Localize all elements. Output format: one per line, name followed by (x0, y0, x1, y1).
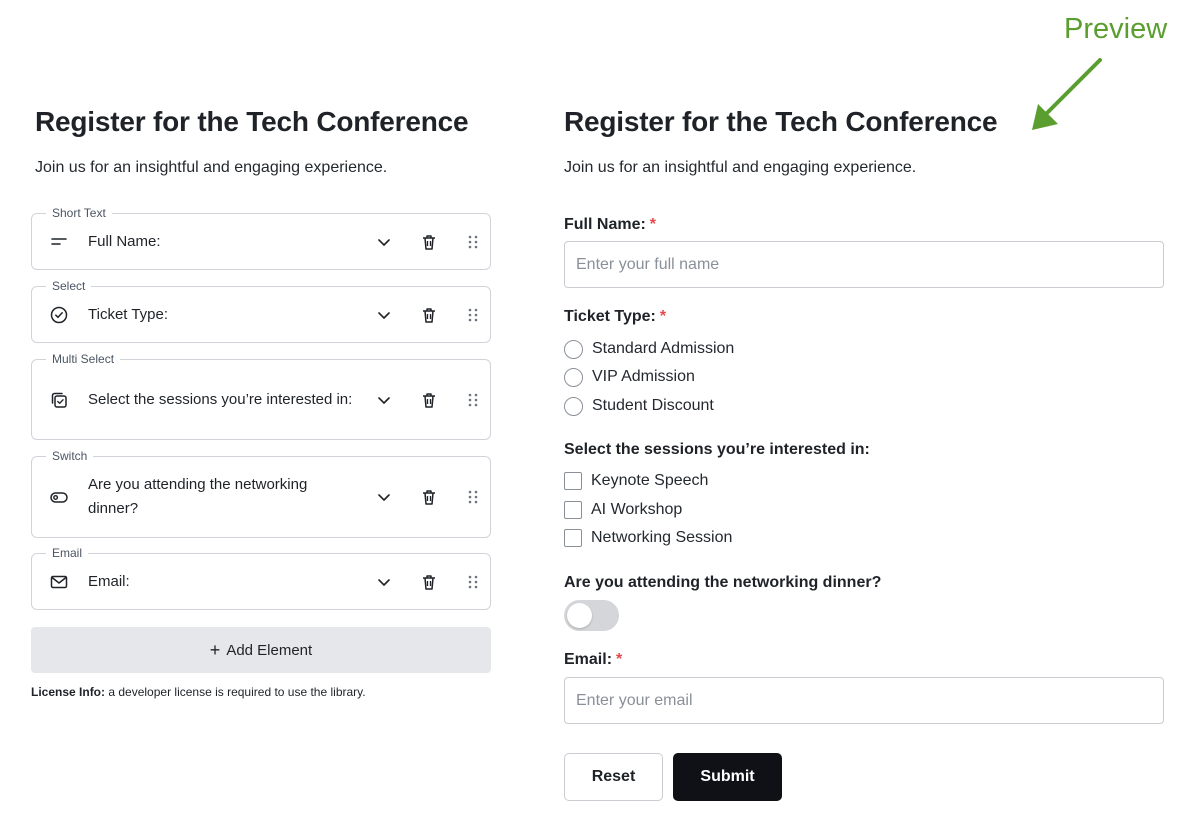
field-label: Full Name: (88, 232, 161, 250)
checkbox[interactable] (564, 501, 582, 519)
ticket-type-label-text: Ticket Type: (564, 308, 656, 325)
radio-option-label: Standard Admission (592, 340, 735, 357)
license-info-text: a developer license is required to use t… (105, 685, 366, 699)
dinner-label: Are you attending the networking dinner? (564, 574, 882, 591)
submit-button[interactable]: Submit (673, 753, 782, 801)
field-type-legend: Switch (46, 449, 94, 463)
checkbox-option-networking[interactable]: Networking Session (564, 527, 732, 549)
radio-option-label: VIP Admission (592, 368, 695, 385)
trash-icon[interactable] (420, 391, 438, 409)
preview-subtitle: Join us for an insightful and engaging e… (564, 159, 917, 176)
drag-handle-icon[interactable] (466, 489, 480, 505)
preview-title: Register for the Tech Conference (564, 106, 998, 137)
full-name-input[interactable] (564, 241, 1164, 288)
checkbox[interactable] (564, 472, 582, 490)
trash-icon[interactable] (420, 233, 438, 251)
field-card-sessions[interactable]: Multi Select Select the sessions you’re … (31, 352, 491, 440)
full-name-label: Full Name: * (564, 216, 656, 234)
checkbox-option-keynote[interactable]: Keynote Speech (564, 470, 708, 492)
chevron-down-icon[interactable] (375, 573, 393, 591)
field-card-full-name[interactable]: Short Text Full Name: (31, 206, 491, 270)
ticket-type-label: Ticket Type: * (564, 308, 666, 326)
required-marker: * (649, 216, 657, 233)
radio-button[interactable] (564, 396, 583, 416)
trash-icon[interactable] (420, 573, 438, 591)
trash-icon[interactable] (420, 306, 438, 324)
mail-icon (49, 572, 69, 592)
radio-option-student[interactable]: Student Discount (564, 395, 714, 417)
preview-annotation-label: Preview (1064, 13, 1168, 45)
checkbox[interactable] (564, 529, 582, 547)
drag-handle-icon[interactable] (466, 307, 480, 323)
radio-button[interactable] (564, 367, 583, 387)
field-type-legend: Email (46, 546, 89, 560)
chevron-down-icon[interactable] (375, 391, 393, 409)
builder-subtitle: Join us for an insightful and engaging e… (35, 159, 388, 176)
drag-handle-icon[interactable] (466, 574, 480, 590)
full-name-label-text: Full Name: (564, 216, 646, 233)
chevron-down-icon[interactable] (375, 488, 393, 506)
add-element-button[interactable]: + Add Element (31, 627, 491, 673)
email-input[interactable] (564, 677, 1164, 724)
plus-icon: + (209, 640, 221, 660)
switch-icon (49, 487, 69, 507)
license-info: License Info: a developer license is req… (31, 685, 366, 699)
drag-handle-icon[interactable] (466, 392, 480, 408)
field-card-ticket-type[interactable]: Select Ticket Type: (31, 279, 491, 343)
field-card-email[interactable]: Email Email: (31, 546, 491, 610)
email-label: Email: * (564, 651, 622, 669)
field-label: Email: (88, 572, 130, 590)
checkbox-option-ai-workshop[interactable]: AI Workshop (564, 499, 682, 521)
chevron-down-icon[interactable] (375, 306, 393, 324)
add-element-label: Add Element (226, 641, 313, 659)
dinner-toggle[interactable] (564, 600, 619, 631)
chevron-down-icon[interactable] (375, 233, 393, 251)
field-type-legend: Short Text (46, 206, 112, 220)
checkbox-option-label: AI Workshop (591, 501, 683, 518)
trash-icon[interactable] (420, 488, 438, 506)
circle-check-icon (49, 305, 69, 325)
reset-button[interactable]: Reset (564, 753, 663, 801)
toggle-knob (567, 603, 592, 628)
sessions-label: Select the sessions you’re interested in… (564, 441, 870, 458)
email-label-text: Email: (564, 651, 613, 668)
multi-select-icon (49, 390, 69, 410)
radio-option-standard[interactable]: Standard Admission (564, 338, 734, 360)
checkbox-option-label: Keynote Speech (591, 472, 709, 489)
field-type-legend: Select (46, 279, 92, 293)
required-marker: * (616, 651, 623, 668)
license-info-label: License Info: (31, 685, 106, 699)
short-text-icon (49, 232, 69, 252)
field-card-dinner[interactable]: Switch Are you attending the networking … (31, 449, 491, 538)
checkbox-option-label: Networking Session (591, 529, 733, 546)
field-label: Select the sessions you’re interested in… (88, 390, 353, 408)
builder-title: Register for the Tech Conference (35, 106, 469, 137)
preview-arrow-icon (1032, 58, 1102, 130)
drag-handle-icon[interactable] (466, 234, 480, 250)
radio-button[interactable] (564, 339, 583, 359)
radio-option-label: Student Discount (592, 397, 714, 414)
field-label: Ticket Type: (88, 305, 169, 323)
field-type-legend: Multi Select (46, 352, 121, 366)
radio-option-vip[interactable]: VIP Admission (564, 366, 695, 388)
field-label: Are you attending the networking dinner? (88, 476, 308, 517)
required-marker: * (659, 308, 667, 325)
